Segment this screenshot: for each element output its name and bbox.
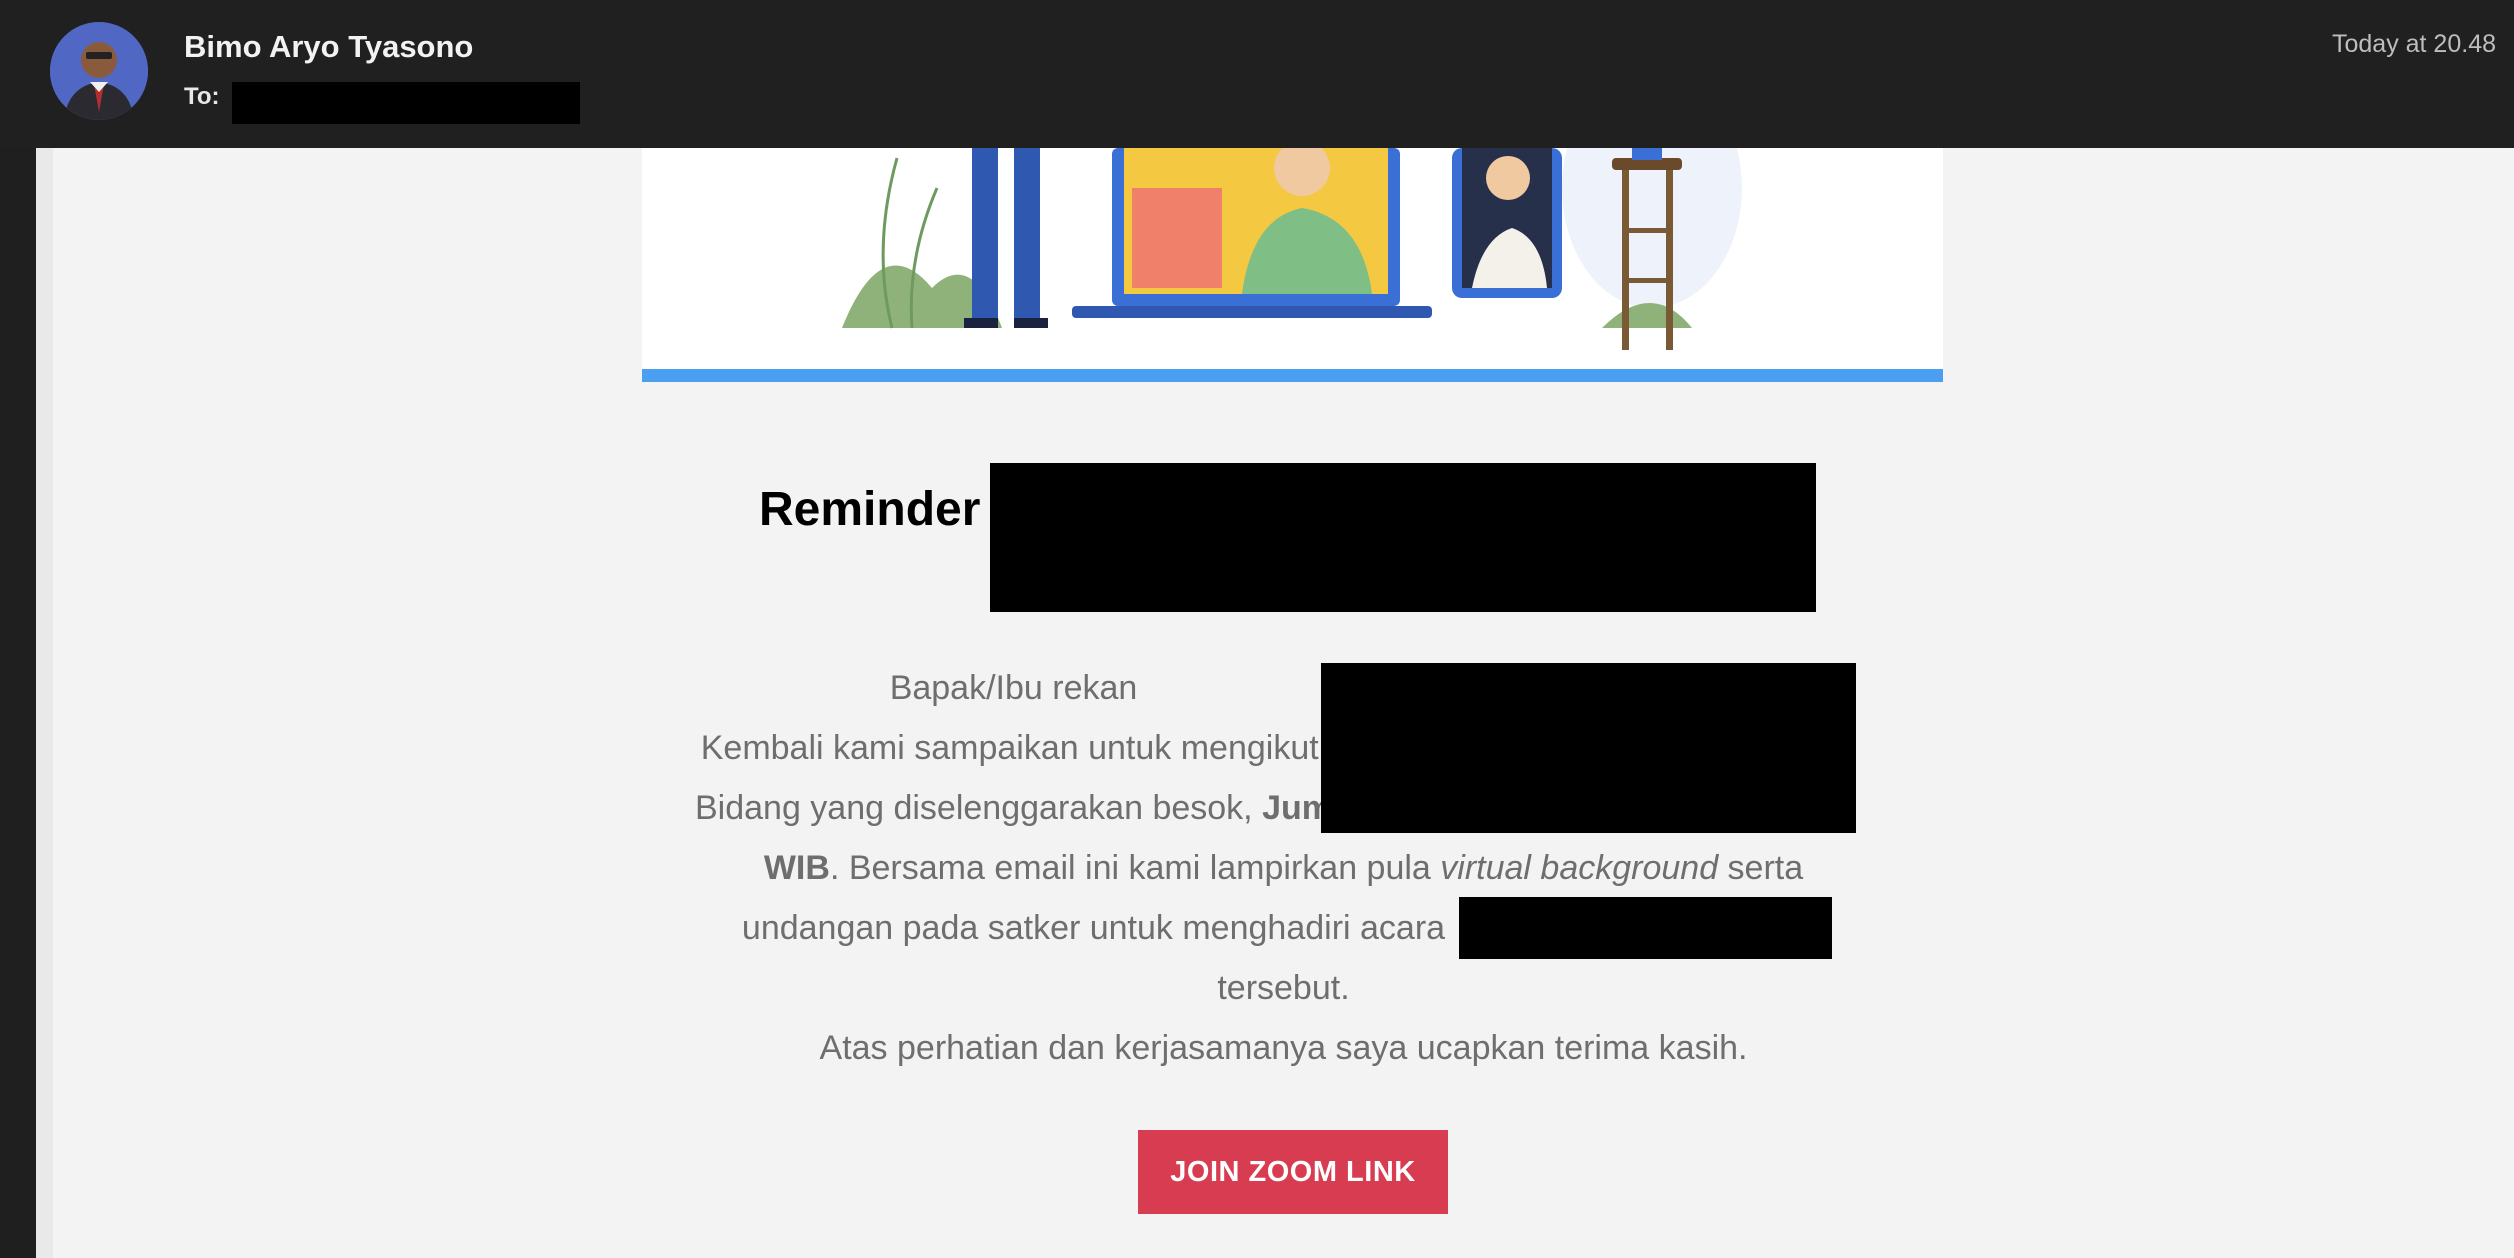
body-line-6: tersebut. (53, 958, 2514, 1018)
title-redacted (990, 463, 1816, 612)
event-name-redacted (1459, 897, 1832, 959)
hero-accent-bar (642, 369, 1943, 382)
body-line-2: Kembali kami sampaikan untuk mengikuti (53, 718, 2514, 778)
to-label: To: (184, 83, 220, 110)
body-line-4: WIB. Bersama email ini kami lampirkan pu… (53, 838, 2514, 898)
body-line-3: Bidang yang diselenggarakan besok, Jum (53, 778, 2514, 838)
body-text: Bidang yang diselenggarakan besok, (694, 789, 1253, 827)
email-content: Reminder Bapak/Ibu rekan Kembali kami sa… (53, 148, 2514, 1258)
italic-text: virtual background (1440, 849, 1719, 887)
body-redacted-block (1321, 663, 1856, 833)
body-line-1: Bapak/Ibu rekan (53, 658, 2514, 718)
email-header: Bimo Aryo Tyasono To: Today at 20.48 (0, 0, 2514, 148)
timestamp: Today at 20.48 (2331, 30, 2496, 58)
email-title: Reminder (759, 483, 981, 536)
body-text: undangan pada satker untuk menghadiri ac… (741, 909, 1446, 947)
time-zone-bold-text: WIB (763, 849, 830, 887)
recipient-redacted (232, 82, 580, 124)
hero-illustration (642, 148, 1943, 370)
greeting-text: Bapak/Ibu rekan (889, 669, 1138, 707)
email-body: Reminder Bapak/Ibu rekan Kembali kami sa… (36, 148, 2514, 1258)
join-zoom-button[interactable]: JOIN ZOOM LINK (1138, 1130, 1448, 1214)
body-text: serta (1718, 849, 1804, 887)
body-line-7: Atas perhatian dan kerjasamanya saya uca… (53, 1018, 2514, 1078)
body-text: . Bersama email ini kami lampirkan pula (829, 849, 1441, 887)
closing-text: Atas perhatian dan kerjasamanya saya uca… (819, 1029, 1748, 1067)
body-text: Kembali kami sampaikan untuk mengikuti (700, 729, 1327, 767)
sender-avatar[interactable] (50, 22, 148, 120)
sender-name[interactable]: Bimo Aryo Tyasono (184, 29, 473, 65)
body-text: tersebut. (1217, 969, 1350, 1007)
body-line-5: undangan pada satker untuk menghadiri ac… (53, 898, 2514, 958)
